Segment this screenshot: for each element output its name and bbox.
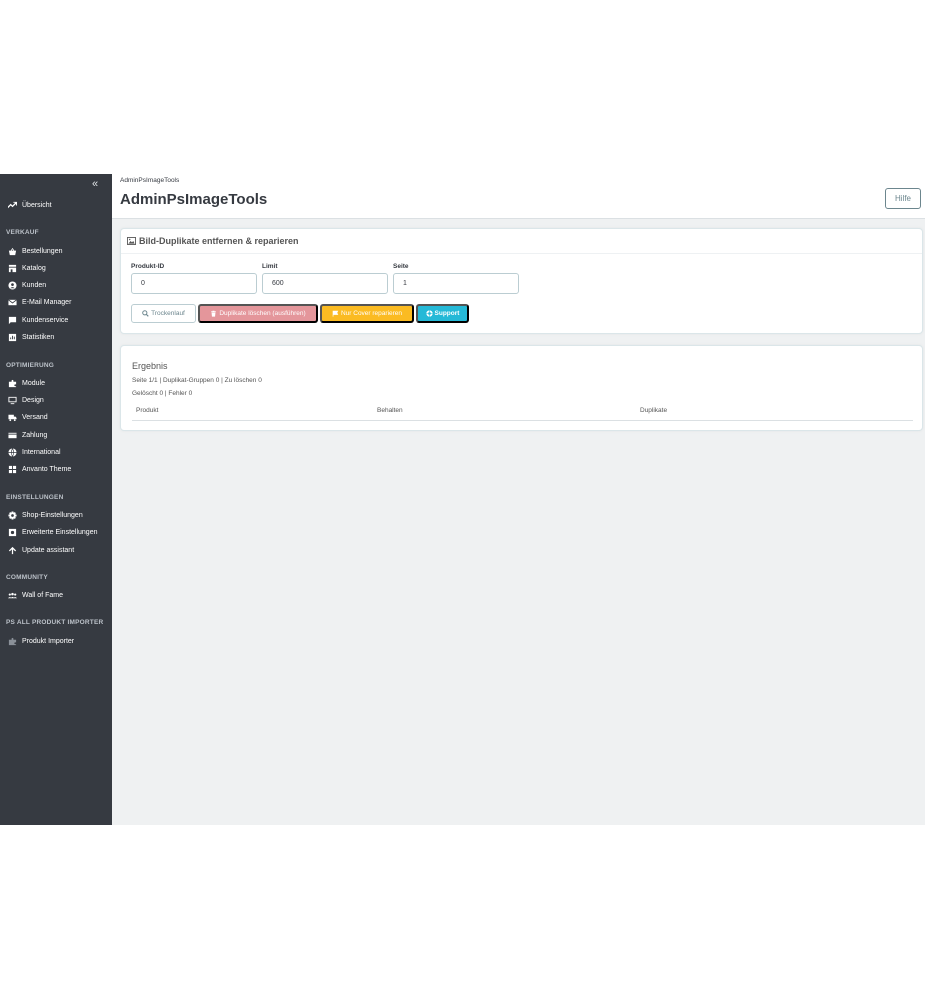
dry-run-button[interactable]: Trockenlauf	[131, 304, 196, 323]
column-header-keep: Behalten	[377, 407, 403, 414]
sidebar-item-bestellungen[interactable]: Bestellungen	[0, 243, 112, 259]
admin-app: « Übersicht VERKAUF Bestellungen Katalog…	[0, 174, 925, 825]
sidebar-item-label: Statistiken	[22, 333, 55, 341]
panel-title: Bild-Duplikate entfernen & reparieren	[139, 236, 299, 246]
repair-cover-label: Nur Cover reparieren	[340, 310, 403, 317]
credit-card-icon	[0, 431, 22, 440]
section-verkauf: VERKAUF	[6, 229, 39, 236]
page-title: AdminPsImageTools	[120, 191, 268, 208]
sidebar-item-label: Übersicht	[22, 201, 52, 209]
sidebar-item-katalog[interactable]: Katalog	[0, 260, 112, 276]
sidebar-item-label: Kundenservice	[22, 316, 69, 324]
sidebar-item-label: Anvanto Theme	[22, 465, 72, 473]
sidebar-item-kunden[interactable]: Kunden	[0, 277, 112, 293]
result-panel: Ergebnis Seite 1/1 | Duplikat-Gruppen 0 …	[120, 345, 923, 431]
result-summary-line: Seite 1/1 | Duplikat-Gruppen 0 | Zu lösc…	[132, 377, 262, 384]
page-input[interactable]: 1	[393, 273, 519, 294]
product-id-label: Produkt-ID	[131, 263, 165, 270]
sidebar-item-shop-einstellungen[interactable]: Shop-Einstellungen	[0, 507, 112, 523]
truck-icon	[0, 413, 22, 422]
sidebar-item-label: Bestellungen	[22, 247, 63, 255]
sidebar-item-versand[interactable]: Versand	[0, 409, 112, 425]
sidebar-item-label: E-Mail Manager	[22, 298, 72, 306]
sidebar-item-email[interactable]: E-Mail Manager	[0, 294, 112, 310]
page-label: Seite	[393, 263, 409, 270]
sidebar: « Übersicht VERKAUF Bestellungen Katalog…	[0, 174, 112, 825]
mail-icon	[0, 298, 22, 307]
sidebar-item-design[interactable]: Design	[0, 392, 112, 408]
section-optimierung: OPTIMIERUNG	[6, 362, 55, 369]
main-content: AdminPsImageTools AdminPsImageTools Hilf…	[112, 174, 925, 825]
sidebar-item-label: Wall of Fame	[22, 591, 63, 599]
trash-icon	[211, 310, 217, 317]
limit-label: Limit	[262, 263, 278, 270]
chat-icon	[0, 316, 22, 325]
sidebar-item-label: Update assistant	[22, 546, 75, 554]
user-circle-icon	[0, 280, 22, 290]
collapse-sidebar-button[interactable]: «	[92, 178, 98, 190]
image-icon	[127, 237, 136, 245]
column-header-product: Produkt	[136, 407, 159, 414]
section-community: COMMUNITY	[6, 574, 48, 581]
sidebar-item-label: Katalog	[22, 264, 46, 272]
sidebar-item-label: Design	[22, 396, 44, 404]
trend-icon	[0, 201, 22, 210]
puzzle-icon	[0, 637, 22, 646]
section-einstellungen: EINSTELLUNGEN	[6, 494, 64, 501]
section-importer: PS ALL PRODUKT IMPORTER	[6, 619, 104, 626]
double-chevron-left-icon: «	[92, 178, 99, 190]
table-header-divider	[132, 420, 913, 421]
chart-icon	[0, 333, 22, 342]
limit-input[interactable]: 600	[262, 273, 388, 294]
breadcrumb[interactable]: AdminPsImageTools	[120, 177, 179, 184]
puzzle-icon	[0, 379, 22, 388]
sidebar-item-zahlung[interactable]: Zahlung	[0, 427, 112, 443]
gear-icon	[0, 510, 22, 520]
basket-icon	[0, 247, 22, 256]
support-label: Support	[434, 310, 460, 317]
sidebar-item-overview[interactable]: Übersicht	[0, 197, 112, 213]
result-title: Ergebnis	[132, 361, 168, 371]
dry-run-label: Trockenlauf	[151, 310, 185, 317]
globe-icon	[0, 447, 22, 457]
sidebar-item-label: Kunden	[22, 281, 47, 289]
sidebar-item-label: Zahlung	[22, 431, 48, 439]
sidebar-item-update-assistant[interactable]: Update assistant	[0, 542, 112, 558]
tool-panel: Bild-Duplikate entfernen & reparieren Pr…	[120, 228, 923, 334]
sidebar-item-international[interactable]: International	[0, 444, 112, 460]
sidebar-item-label: Produkt Importer	[22, 637, 75, 645]
lifebuoy-icon	[425, 310, 433, 317]
flag-icon	[332, 310, 339, 317]
repair-cover-button[interactable]: Nur Cover reparieren	[320, 304, 414, 323]
support-button[interactable]: Support	[416, 304, 469, 323]
sidebar-item-label: International	[22, 448, 61, 456]
store-icon	[0, 264, 22, 273]
delete-duplicates-button[interactable]: Duplikate löschen (ausführen)	[198, 304, 318, 323]
grid-icon	[0, 465, 22, 474]
sidebar-item-label: Module	[22, 379, 45, 387]
sidebar-item-anvanto[interactable]: Anvanto Theme	[0, 461, 112, 477]
arrow-up-icon	[0, 546, 22, 555]
delete-duplicates-label: Duplikate löschen (ausführen)	[219, 310, 306, 317]
sidebar-item-erweiterte-einstellungen[interactable]: Erweiterte Einstellungen	[0, 524, 112, 540]
sidebar-item-label: Versand	[22, 413, 48, 421]
settings-box-icon	[0, 528, 22, 537]
sidebar-item-produkt-importer[interactable]: Produkt Importer	[0, 633, 112, 649]
page-header: AdminPsImageTools AdminPsImageTools Hilf…	[112, 174, 925, 219]
people-icon	[0, 591, 22, 600]
sidebar-item-label: Shop-Einstellungen	[22, 511, 83, 519]
monitor-icon	[0, 396, 22, 405]
search-icon	[142, 310, 149, 317]
sidebar-item-module[interactable]: Module	[0, 375, 112, 391]
product-id-input[interactable]: 0	[131, 273, 257, 294]
sidebar-item-wall-of-fame[interactable]: Wall of Fame	[0, 587, 112, 603]
result-status-line: Gelöscht 0 | Fehler 0	[132, 390, 193, 397]
help-button[interactable]: Hilfe	[885, 188, 921, 209]
panel-heading: Bild-Duplikate entfernen & reparieren	[121, 229, 922, 254]
column-header-duplicates: Duplikate	[640, 407, 668, 414]
sidebar-item-statistiken[interactable]: Statistiken	[0, 329, 112, 345]
sidebar-item-label: Erweiterte Einstellungen	[22, 528, 98, 536]
sidebar-item-kundenservice[interactable]: Kundenservice	[0, 312, 112, 328]
